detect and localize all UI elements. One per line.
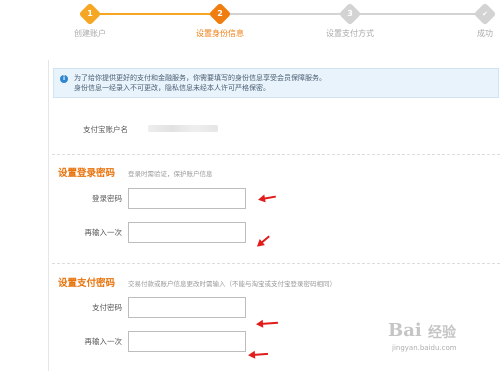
login-password-confirm-input[interactable]	[128, 222, 246, 243]
baidu-paw-logo: Bai	[388, 320, 422, 341]
step-3-label: 设置支付方式	[326, 29, 374, 38]
info-icon: i	[60, 75, 68, 83]
step-1-label: 创建账户	[74, 29, 106, 38]
step-2-number: 2	[217, 9, 223, 18]
step-3-number: 3	[347, 9, 353, 18]
login-password-desc: 登录时需验证，保护账户信息	[128, 170, 213, 178]
info-line-1: 为了给你提供更好的支付和金融服务，你需要填写的身份信息享受会员保障服务。	[74, 74, 326, 82]
login-password-input[interactable]	[128, 188, 246, 209]
login-password-confirm-label: 再输入一次	[84, 228, 123, 237]
step-line-done	[98, 13, 212, 15]
watermark-text: 经验	[428, 325, 456, 341]
check-icon: ✔	[482, 10, 488, 18]
info-notice: i 为了给你提供更好的支付和金融服务，你需要填写的身份信息享受会员保障服务。 身…	[53, 68, 499, 98]
watermark-url: jingyan.baidu.com	[392, 344, 457, 352]
masked-account-name	[148, 125, 218, 132]
account-name-label: 支付宝账户名	[83, 125, 128, 134]
login-password-title: 设置登录密码	[58, 168, 116, 179]
pay-password-confirm-label: 再输入一次	[84, 337, 123, 346]
step-line-pending	[358, 13, 476, 15]
info-line-2: 身份信息一经录入不可更改，隐私信息未经本人许可严格保密。	[74, 84, 270, 92]
watermark: Bai 经验 jingyan.baidu.com	[388, 318, 498, 358]
section-divider	[52, 154, 500, 155]
progress-stepper: 1 创建账户 2 设置身份信息 3 设置支付方式 ✔ 成功	[0, 0, 500, 46]
step-line-pending	[228, 13, 340, 15]
login-password-label: 登录密码	[92, 194, 122, 203]
pay-password-confirm-input[interactable]	[128, 331, 246, 352]
pay-password-input[interactable]	[128, 297, 246, 318]
info-text: 为了给你提供更好的支付和金融服务，你需要填写的身份信息享受会员保障服务。 身份信…	[74, 73, 326, 93]
pay-password-title: 设置支付密码	[58, 278, 116, 289]
section-divider	[52, 263, 500, 264]
pay-password-desc: 交易付款或账户信息更改时需输入（不能与淘宝或支付宝登录密码相同）	[128, 280, 336, 288]
pay-password-label: 支付密码	[92, 303, 122, 312]
step-2-label: 设置身份信息	[196, 29, 244, 38]
step-4-label: 成功	[477, 29, 493, 38]
step-1-number: 1	[87, 9, 93, 18]
